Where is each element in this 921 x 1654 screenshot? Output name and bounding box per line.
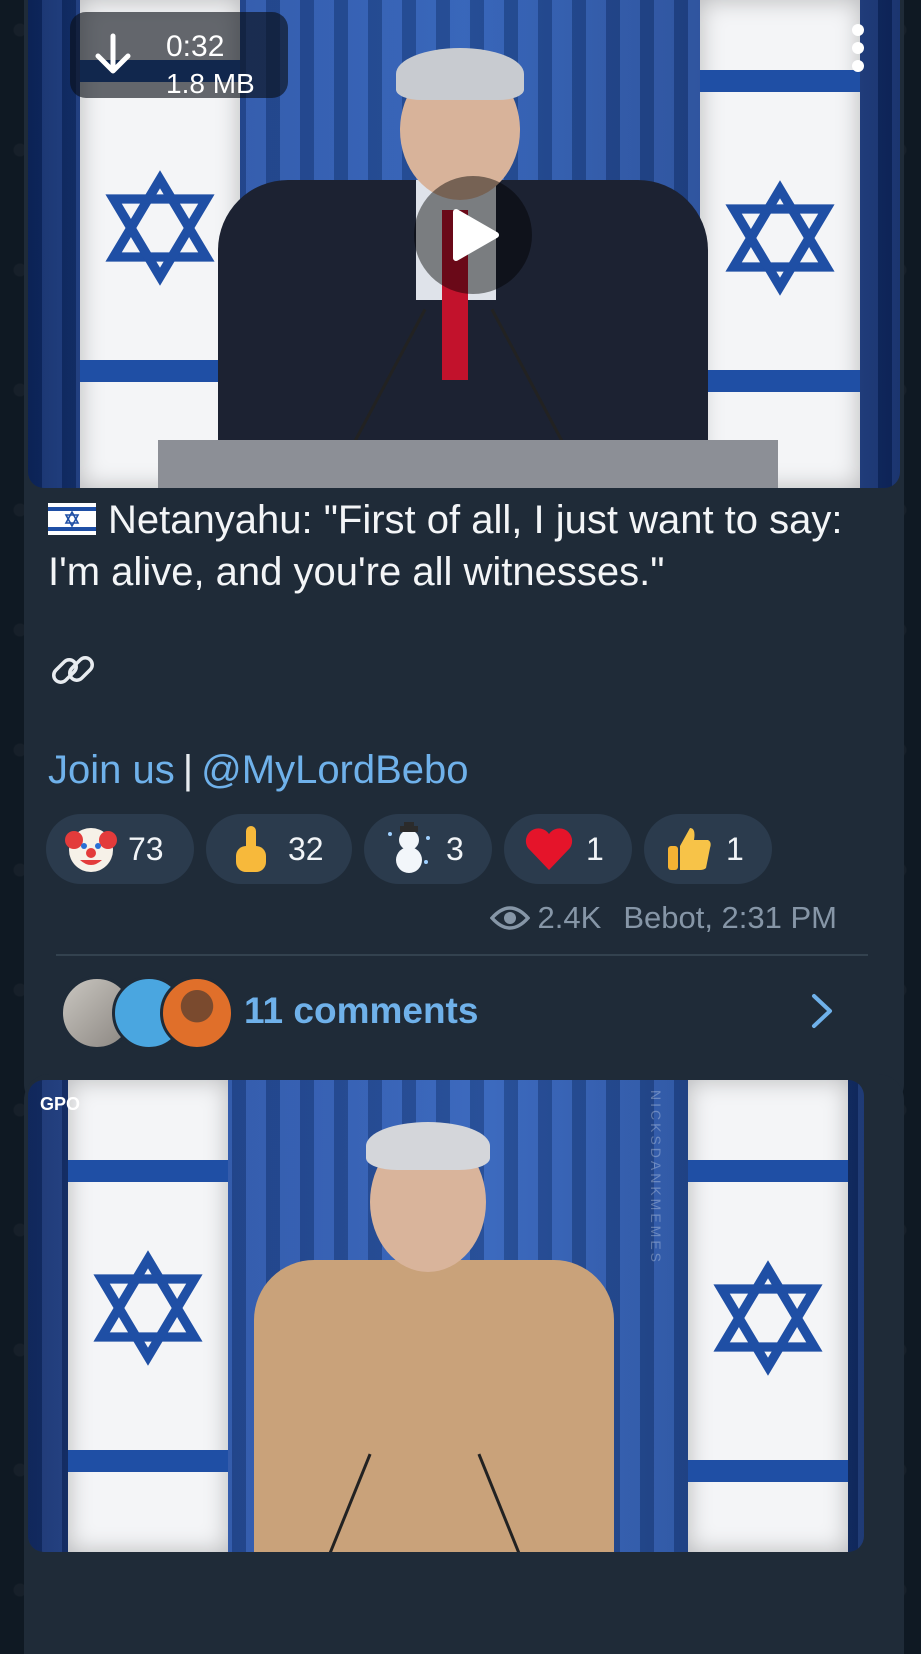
- video-thumbnail[interactable]: GPO NICKSDANKMEMES: [28, 1080, 864, 1552]
- israeli-flag-right: [700, 0, 860, 488]
- gpo-logo: GPO: [40, 1094, 81, 1114]
- reaction-heart[interactable]: 1: [504, 814, 632, 884]
- chevron-right-icon: [812, 994, 832, 1028]
- channel-handle-link[interactable]: @MyLordBebo: [201, 748, 468, 792]
- speaker-suit: [254, 1260, 614, 1552]
- reaction-count: 1: [586, 830, 604, 867]
- watermark: NICKSDANKMEMES: [648, 1090, 664, 1266]
- play-button[interactable]: [414, 176, 532, 294]
- join-row: Join us | @MyLordBebo: [48, 748, 469, 793]
- play-icon: [453, 209, 499, 261]
- reaction-middle-finger[interactable]: 32: [206, 814, 352, 884]
- view-count: 2.4K: [537, 900, 602, 935]
- reaction-count: 3: [446, 830, 464, 867]
- star-of-david-icon: [713, 1260, 823, 1376]
- video-duration: 0:32: [166, 30, 225, 63]
- video-size: 1.8 MB: [166, 68, 255, 99]
- reaction-clown[interactable]: 73: [46, 814, 194, 884]
- star-of-david-icon: [105, 170, 215, 286]
- views-eye-icon: [489, 906, 530, 930]
- star-of-david-icon: [93, 1250, 203, 1366]
- israel-flag-emoji-icon: [48, 503, 96, 535]
- join-us-link[interactable]: Join us: [48, 748, 175, 792]
- caption-text: Netanyahu: "First of all, I just want to…: [48, 498, 843, 594]
- comments-count: 11 comments: [244, 990, 479, 1031]
- lectern: [158, 440, 778, 488]
- thumbs-up-icon: [668, 828, 711, 870]
- reaction-snowman[interactable]: 3: [364, 814, 492, 884]
- israeli-flag-left: [68, 1080, 228, 1552]
- join-separator: |: [182, 748, 194, 792]
- snowman-icon: [388, 822, 430, 873]
- reaction-thumbs-up[interactable]: 1: [644, 814, 772, 884]
- middle-finger-icon: [236, 826, 266, 872]
- avatar: [160, 976, 234, 1050]
- speaker-hair: [396, 48, 524, 100]
- clown-face-icon: [65, 828, 117, 872]
- message-meta: 2.4K Bebot, 2:31 PM: [489, 900, 837, 936]
- more-options-icon[interactable]: [840, 20, 876, 76]
- video-thumbnail[interactable]: 0:32 1.8 MB: [28, 0, 900, 488]
- speaker-hair: [366, 1122, 490, 1170]
- reaction-count: 32: [288, 830, 324, 867]
- heart-icon: [525, 828, 573, 870]
- comments-divider: [56, 954, 868, 956]
- download-badge[interactable]: 0:32 1.8 MB: [70, 12, 288, 99]
- link-icon: [52, 656, 94, 684]
- author-timestamp: Bebot, 2:31 PM: [623, 900, 837, 935]
- reaction-count: 1: [726, 830, 744, 867]
- star-of-david-icon: [725, 180, 835, 296]
- message-caption: Netanyahu: "First of all, I just want to…: [48, 494, 868, 598]
- download-arrow-icon: [95, 33, 131, 74]
- israeli-flag-right: [688, 1080, 848, 1552]
- reaction-count: 73: [128, 830, 164, 867]
- comments-button[interactable]: 11 comments: [24, 960, 904, 1060]
